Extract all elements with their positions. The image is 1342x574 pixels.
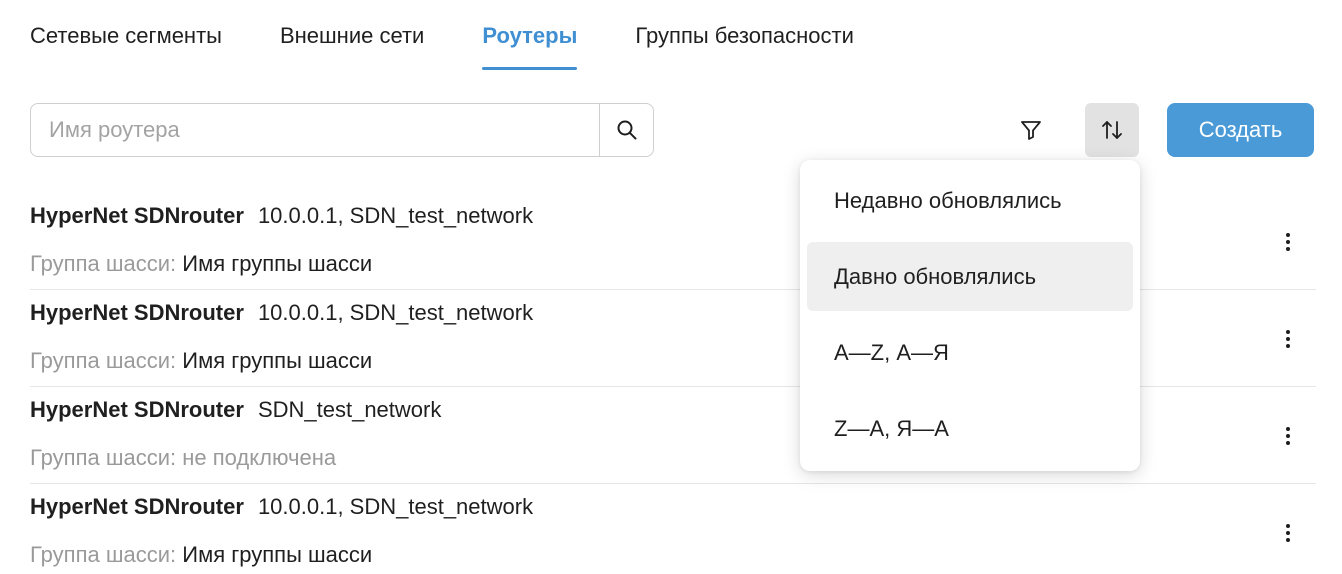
row-title: HyperNet SDNrouter 10.0.0.1, SDN_test_net… [30, 494, 533, 520]
more-actions-button[interactable] [1278, 326, 1298, 352]
tab-security-groups[interactable]: Группы безопасности [635, 22, 854, 70]
sort-option-long-ago-updated[interactable]: Давно обновлялись [807, 242, 1133, 311]
chassis-group-label: Группа шасси: [30, 251, 177, 276]
filter-icon [1021, 121, 1041, 140]
row-title: HyperNet SDNrouter 10.0.0.1, SDN_test_net… [30, 300, 533, 326]
row-subtitle: Группа шасси: не подключена [30, 445, 336, 471]
search-input[interactable] [31, 104, 599, 156]
router-name: HyperNet SDNrouter [30, 300, 244, 325]
sort-icon [1102, 121, 1122, 139]
router-name: HyperNet SDNrouter [30, 494, 244, 519]
filter-button[interactable] [1004, 103, 1058, 157]
sort-option-z-a[interactable]: Z—A, Я—А [807, 394, 1133, 463]
router-networks: 10.0.0.1, SDN_test_network [257, 203, 534, 228]
row-title: HyperNet SDNrouter 10.0.0.1, SDN_test_net… [30, 203, 533, 229]
tab-external-networks[interactable]: Внешние сети [280, 22, 424, 70]
row-subtitle: Группа шасси: Имя группы шасси [30, 251, 372, 277]
more-actions-button[interactable] [1278, 229, 1298, 255]
more-actions-button[interactable] [1278, 520, 1298, 546]
sort-button[interactable] [1085, 103, 1139, 157]
router-name: HyperNet SDNrouter [30, 203, 244, 228]
row-subtitle: Группа шасси: Имя группы шасси [30, 542, 372, 568]
sort-option-recently-updated[interactable]: Недавно обновлялись [807, 166, 1133, 235]
chassis-group-label: Группа шасси: [30, 542, 177, 567]
sort-menu: Недавно обновлялись Давно обновлялись A—… [800, 160, 1140, 471]
chassis-group-value: Имя группы шасси [182, 542, 373, 567]
row-title: HyperNet SDNrouter SDN_test_network [30, 397, 441, 423]
create-button[interactable]: Создать [1167, 103, 1314, 157]
search-button[interactable] [599, 104, 653, 156]
kebab-icon [1286, 427, 1290, 445]
kebab-icon [1286, 233, 1290, 251]
tab-network-segments[interactable]: Сетевые сегменты [30, 22, 222, 70]
router-name: HyperNet SDNrouter [30, 397, 244, 422]
chassis-group-label: Группа шасси: [30, 348, 177, 373]
kebab-icon [1286, 330, 1290, 348]
sort-option-a-z[interactable]: A—Z, А—Я [807, 318, 1133, 387]
router-networks: 10.0.0.1, SDN_test_network [257, 300, 534, 325]
chassis-group-label: Группа шасси: [30, 445, 177, 470]
search-icon [617, 120, 636, 140]
chassis-group-value: Имя группы шасси [182, 348, 373, 373]
list-item[interactable]: HyperNet SDNrouter 10.0.0.1, SDN_test_net… [30, 484, 1316, 574]
router-networks: SDN_test_network [257, 397, 442, 422]
chassis-group-value: не подключена [182, 445, 337, 470]
search-box [30, 103, 654, 157]
tab-bar: Сетевые сегменты Внешние сети Роутеры Гр… [30, 22, 854, 70]
router-networks: 10.0.0.1, SDN_test_network [257, 494, 534, 519]
row-subtitle: Группа шасси: Имя группы шасси [30, 348, 372, 374]
kebab-icon [1286, 524, 1290, 542]
chassis-group-value: Имя группы шасси [182, 251, 373, 276]
more-actions-button[interactable] [1278, 423, 1298, 449]
router-list: HyperNet SDNrouter 10.0.0.1, SDN_test_net… [0, 193, 1342, 574]
tab-routers[interactable]: Роутеры [482, 22, 578, 70]
